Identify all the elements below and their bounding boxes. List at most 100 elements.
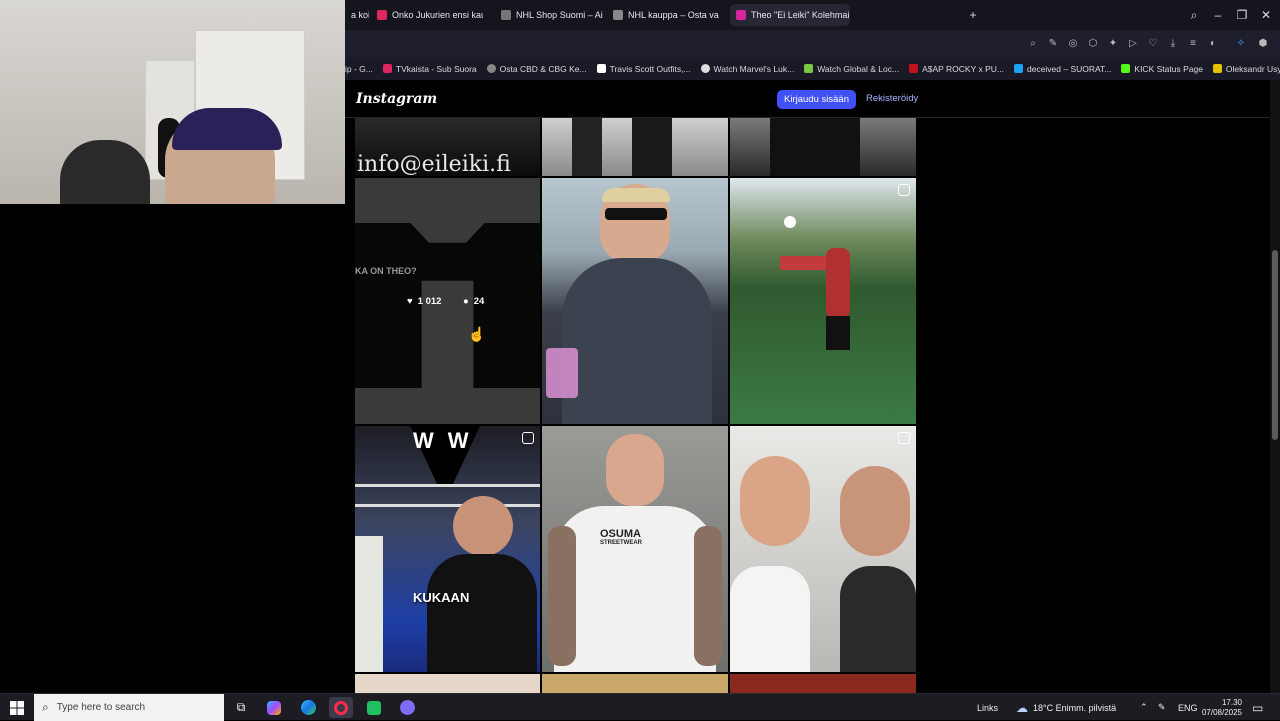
globe-icon bbox=[486, 64, 496, 73]
ww-logo: WW bbox=[413, 428, 483, 453]
post-image bbox=[606, 434, 664, 506]
reel-icon bbox=[898, 432, 910, 444]
download-icon[interactable]: ⤓ bbox=[1165, 35, 1181, 51]
taskbar-search-box[interactable]: ⌕ Type here to search bbox=[34, 694, 224, 721]
post-thumbnail[interactable]: WW KUKAAN bbox=[355, 426, 540, 672]
background-area bbox=[0, 204, 345, 693]
post-image bbox=[355, 536, 383, 672]
tab-label: a koi bbox=[351, 10, 369, 20]
reel-icon bbox=[522, 432, 534, 444]
bookmark-item[interactable]: Watch Global & Loc... bbox=[804, 64, 899, 74]
edit-icon[interactable]: ✎ bbox=[1045, 35, 1061, 51]
shield-icon[interactable]: ⬡ bbox=[1085, 35, 1101, 51]
browser-tab[interactable]: NHL Shop Suomi – Aidot bbox=[495, 4, 603, 26]
osuma-sub-text: STREETWEAR bbox=[600, 540, 642, 546]
discord-icon[interactable] bbox=[395, 697, 419, 718]
extensions-icon[interactable]: ✦ bbox=[1105, 35, 1121, 51]
browser-tab[interactable]: Onko Jukurien ensi kausi j bbox=[371, 4, 483, 26]
post-thumbnail[interactable] bbox=[355, 674, 540, 693]
post-image bbox=[770, 118, 860, 176]
close-icon[interactable]: ✕ bbox=[1257, 6, 1275, 24]
post-thumbnail[interactable] bbox=[730, 118, 916, 176]
instagram-logo[interactable]: Instagram bbox=[356, 91, 437, 107]
task-view-icon[interactable]: ⧉ bbox=[229, 697, 253, 718]
heart-icon[interactable]: ♡ bbox=[1145, 35, 1161, 51]
post-image bbox=[548, 526, 576, 666]
post-thumbnail[interactable] bbox=[542, 178, 728, 424]
cursor-hand-icon: ☝ bbox=[468, 326, 486, 342]
browser-tab[interactable]: a koi bbox=[345, 4, 369, 26]
links-toolbar[interactable]: Links bbox=[977, 694, 998, 721]
site-icon bbox=[1212, 64, 1222, 73]
search-placeholder: Type here to search bbox=[56, 702, 146, 713]
search-icon[interactable]: ⌕ bbox=[1025, 35, 1041, 51]
ring-rope bbox=[355, 504, 540, 507]
restore-icon[interactable]: ❐ bbox=[1233, 6, 1251, 24]
bookmark-item[interactable]: A$AP ROCKY x PU... bbox=[909, 64, 1004, 74]
shirt-text: KA ON THEO? bbox=[355, 266, 417, 276]
site-icon bbox=[596, 64, 606, 73]
tab-label: Onko Jukurien ensi kausi j bbox=[392, 10, 483, 20]
bookmark-item[interactable]: Oleksandr Usyk vs D... bbox=[1212, 64, 1280, 74]
language-indicator[interactable]: ENG bbox=[1178, 694, 1198, 721]
post-thumbnail[interactable] bbox=[730, 178, 916, 424]
post-thumbnail[interactable] bbox=[542, 674, 728, 693]
post-thumbnail[interactable]: OSUMA STREETWEAR bbox=[542, 426, 728, 672]
post-image bbox=[840, 566, 916, 672]
instagram-header: Instagram Kirjaudu sisään Rekisteröidy bbox=[345, 80, 1280, 118]
page-scrollbar[interactable] bbox=[1270, 80, 1280, 693]
app-icon[interactable] bbox=[362, 697, 386, 718]
drink-cup bbox=[546, 348, 578, 398]
minimize-icon[interactable]: – bbox=[1209, 6, 1227, 24]
post-image bbox=[740, 456, 810, 546]
post-thumbnail[interactable]: info@eileiki.fi bbox=[355, 118, 540, 176]
post-image bbox=[780, 256, 826, 270]
gaming-chair bbox=[60, 140, 150, 204]
browser-tab[interactable]: NHL kauppa – Osta vaatt bbox=[607, 4, 719, 26]
search-tabs-icon[interactable]: ⌕ bbox=[1185, 6, 1203, 24]
bookmark-label: Osta CBD & CBG Ke... bbox=[499, 63, 587, 74]
post-thumbnail[interactable] bbox=[542, 118, 728, 176]
cloud-icon: ☁ bbox=[1016, 700, 1028, 715]
play-icon[interactable]: ▷ bbox=[1125, 35, 1141, 51]
bookmark-item[interactable]: Travis Scott Outfits,... bbox=[596, 64, 691, 74]
bookmark-item[interactable]: ip - G... bbox=[345, 64, 373, 74]
bookmark-item[interactable]: Osta CBD & CBG Ke... bbox=[486, 63, 587, 74]
bookmark-item[interactable]: TVkaista - Sub Suora bbox=[382, 64, 477, 74]
bookmark-item[interactable]: deceived – SUORAT... bbox=[1013, 64, 1111, 74]
ring-rope bbox=[355, 484, 540, 487]
comments-value: 24 bbox=[473, 296, 485, 307]
opera-gx-icon[interactable] bbox=[329, 697, 353, 718]
bookmark-item[interactable]: Watch Marvel's Luk... bbox=[700, 64, 794, 74]
football bbox=[784, 216, 796, 228]
post-thumbnail-hovered[interactable]: KA ON THEO? ♥ 1 012 ● 24 ☝ bbox=[355, 178, 540, 424]
login-button[interactable]: Kirjaudu sisään bbox=[777, 90, 856, 109]
settings-icon[interactable]: ⬢ bbox=[1255, 35, 1271, 51]
new-tab-icon[interactable]: + bbox=[964, 6, 982, 24]
nhl-icon bbox=[613, 10, 623, 20]
copilot-icon[interactable] bbox=[262, 697, 286, 718]
scrollbar-thumb[interactable] bbox=[1272, 250, 1278, 440]
post-image bbox=[562, 258, 712, 424]
windows-taskbar: ⌕ Type here to search ⧉ Links ☁ 18°C Eni… bbox=[0, 693, 1280, 721]
post-image bbox=[694, 526, 722, 666]
signup-link[interactable]: Rekisteröidy bbox=[866, 93, 918, 104]
pen-icon[interactable]: ✎ bbox=[1158, 694, 1166, 721]
player-shorts bbox=[826, 316, 850, 350]
tray-chevron-icon[interactable]: ⌃ bbox=[1140, 694, 1148, 721]
notifications-icon[interactable]: ▭ bbox=[1252, 694, 1263, 721]
post-thumbnail[interactable] bbox=[730, 426, 916, 672]
browser-tab-active[interactable]: Theo "Ei Leiki" Kolehmain bbox=[730, 4, 850, 26]
clock[interactable]: 17.30 07/08/2025 bbox=[1202, 694, 1242, 721]
post-thumbnail[interactable] bbox=[730, 674, 916, 693]
weather-widget[interactable]: ☁ 18°C Enimm. pilvistä bbox=[1016, 694, 1116, 721]
bookmark-item[interactable]: KICK Status Page bbox=[1121, 64, 1203, 74]
clock-date: 07/08/2025 bbox=[1201, 707, 1242, 717]
menu-icon[interactable]: ≡ bbox=[1185, 35, 1201, 51]
profile-icon[interactable]: ◐ bbox=[1205, 35, 1221, 51]
windows-start-icon[interactable] bbox=[0, 694, 34, 721]
site-icon bbox=[909, 64, 919, 73]
aria-icon[interactable]: ✧ bbox=[1233, 35, 1249, 51]
camera-icon[interactable]: ◎ bbox=[1065, 35, 1081, 51]
edge-icon[interactable] bbox=[296, 697, 320, 718]
